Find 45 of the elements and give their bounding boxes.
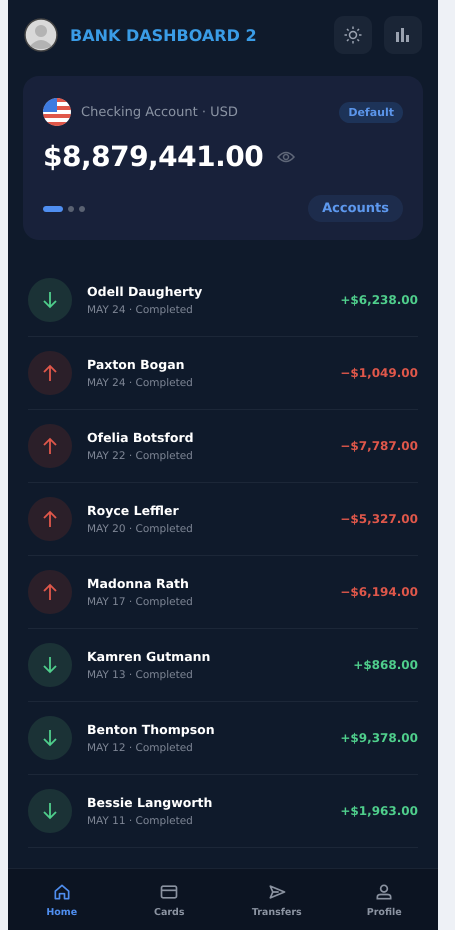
payee-name: Ofelia Botsford [87, 430, 195, 445]
accounts-button[interactable]: Accounts [308, 195, 403, 222]
payee-name: Odell Daugherty [87, 284, 204, 299]
eye-icon[interactable] [277, 150, 296, 162]
payee-name: Kamren Gutmann [87, 649, 212, 664]
transaction-amount: +$868.00 [353, 658, 418, 672]
balance-amount: $8,879,441.00 [43, 140, 264, 173]
transaction-date: MAY 13 · Completed [87, 669, 194, 681]
page-dot[interactable] [79, 206, 85, 212]
nav-tab[interactable]: Transfers [223, 869, 330, 930]
transaction-date: MAY 24 · Completed [87, 377, 194, 389]
home-icon [52, 882, 72, 902]
transaction-date: MAY 11 · Completed [87, 815, 194, 827]
transaction-amount: −$7,787.00 [340, 439, 418, 453]
bar-chart-icon [396, 28, 410, 42]
avatar[interactable] [24, 18, 58, 52]
transaction-date: MAY 12 · Completed [87, 742, 194, 754]
transaction-date: MAY 22 · Completed [87, 450, 194, 462]
flag-icon [43, 98, 71, 126]
nav-tab[interactable]: Home [8, 869, 116, 930]
transaction-date: MAY 17 · Completed [87, 596, 194, 608]
app-title: BANK DASHBOARD 2 [70, 26, 258, 44]
stats-button[interactable] [384, 16, 422, 54]
transaction-amount: −$6,194.00 [340, 585, 418, 599]
transaction-amount: −$1,049.00 [340, 366, 418, 380]
person-icon [374, 882, 394, 902]
payee-name: Bessie Langworth [87, 795, 214, 810]
payee-name: Royce Leffler [87, 503, 180, 518]
page-dot[interactable] [68, 206, 74, 212]
account-card[interactable]: Checking Account · USD Default $8,879,441.00 Accounts [23, 76, 423, 240]
transaction-date: MAY 20 · Completed [87, 523, 194, 535]
sun-icon [344, 26, 362, 44]
transaction-amount: +$6,238.00 [340, 293, 418, 307]
transaction-date: MAY 24 · Completed [87, 304, 194, 316]
transaction-amount: −$5,327.00 [340, 512, 418, 526]
payee-name: Madonna Rath [87, 576, 190, 591]
nav-tab[interactable]: Cards [116, 869, 223, 930]
nav-tab[interactable]: Profile [330, 869, 438, 930]
theme-button[interactable] [334, 16, 372, 54]
transaction-amount: +$1,963.00 [340, 804, 418, 818]
transaction-amount: +$9,378.00 [340, 731, 418, 745]
account-name: Checking Account · USD [81, 104, 239, 120]
payee-name: Paxton Bogan [87, 357, 186, 372]
default-badge: Default [339, 102, 403, 122]
payee-name: Benton Thompson [87, 722, 216, 737]
